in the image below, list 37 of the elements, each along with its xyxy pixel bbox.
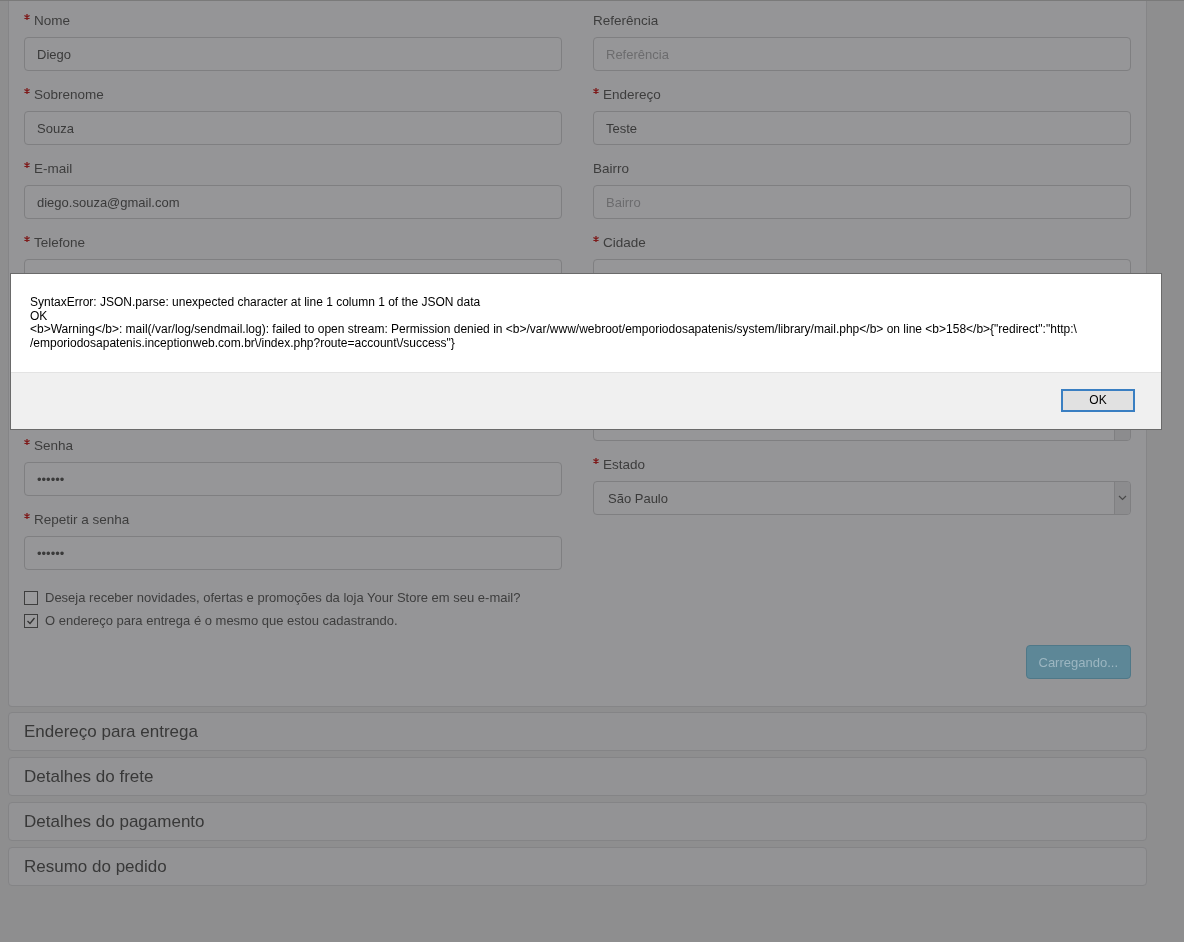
field-label: Sobrenome [24, 85, 562, 105]
input-field[interactable]: Teste [593, 111, 1131, 145]
required-icon [24, 513, 30, 519]
input-field[interactable]: Souza [24, 111, 562, 145]
required-icon [593, 236, 599, 242]
dialog-message: SyntaxError: JSON.parse: unexpected character at line 1 column 1 of the JSON data OK <b>Warning</b>: mail(/var/log/sendmail.log): failed to open stream: Permission denied in <b>/var/www/webroot/emporiodosapatenis/system/library/mail.php</b> on line <b>158</b>{"redirect":"http:\ /emporiodosapatenis.inceptionweb.com.br\/index.php?route=account\/success"} [30, 296, 1078, 350]
required-icon [593, 88, 599, 94]
accordion-header[interactable]: Resumo do pedido [8, 847, 1147, 886]
accordion-header[interactable]: Detalhes do frete [8, 757, 1147, 796]
field-label: E-mail [24, 159, 562, 179]
checkbox-label: Deseja receber novidades, ofertas e promoções da loja Your Store em seu e-mail? [45, 590, 521, 605]
password-field[interactable]: •••••• [24, 462, 562, 496]
field-label: Estado [593, 455, 1131, 475]
required-icon [24, 88, 30, 94]
field-label: Telefone [24, 233, 562, 253]
password-field[interactable]: •••••• [24, 536, 562, 570]
field-label: Senha [24, 436, 562, 456]
accordion-header[interactable]: Detalhes do pagamento [8, 802, 1147, 841]
checkbox[interactable] [24, 590, 38, 605]
input-field[interactable]: Diego [24, 37, 562, 71]
required-icon [24, 14, 30, 20]
accordion-header[interactable]: Endereço para entrega [8, 712, 1147, 751]
field-label: Endereço [593, 85, 1131, 105]
field-label: Cidade [593, 233, 1131, 253]
field-label: Repetir a senha [24, 510, 562, 530]
field-label: Bairro [593, 160, 630, 178]
field-label: Nome [24, 11, 562, 31]
required-icon [24, 162, 30, 168]
required-icon [593, 458, 599, 464]
ok-button[interactable]: OK [1061, 388, 1135, 412]
checkbox-label: O endereço para entrega é o mesmo que estou cadastrando. [45, 613, 398, 628]
required-icon [24, 439, 30, 445]
select-field[interactable]: São Paulo [593, 481, 1131, 515]
field-label: Referência [593, 12, 660, 30]
checkbox[interactable] [24, 613, 38, 628]
required-icon [24, 236, 30, 242]
input-field[interactable]: diego.souza@gmail.com [24, 185, 562, 219]
